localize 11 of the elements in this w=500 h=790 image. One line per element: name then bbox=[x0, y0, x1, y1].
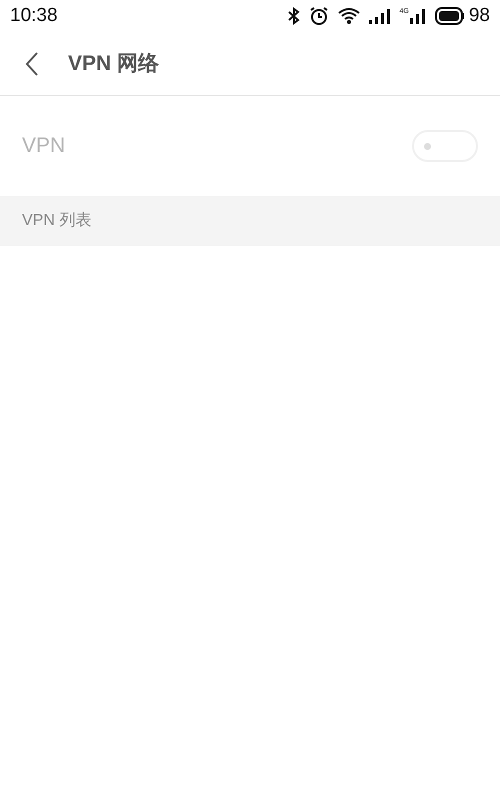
signal-icon bbox=[410, 8, 426, 24]
row-label: VPN bbox=[22, 133, 66, 160]
battery-level: 98 bbox=[468, 4, 490, 28]
status-time: 10:38 bbox=[10, 4, 58, 28]
section-title: VPN 列表 bbox=[22, 210, 92, 231]
alarm-icon bbox=[308, 6, 329, 26]
signal-icon bbox=[368, 8, 391, 24]
battery-icon bbox=[434, 7, 465, 25]
wifi-icon bbox=[338, 7, 360, 25]
page-title: VPN 网络 bbox=[68, 50, 160, 77]
bluetooth-icon bbox=[288, 7, 300, 25]
